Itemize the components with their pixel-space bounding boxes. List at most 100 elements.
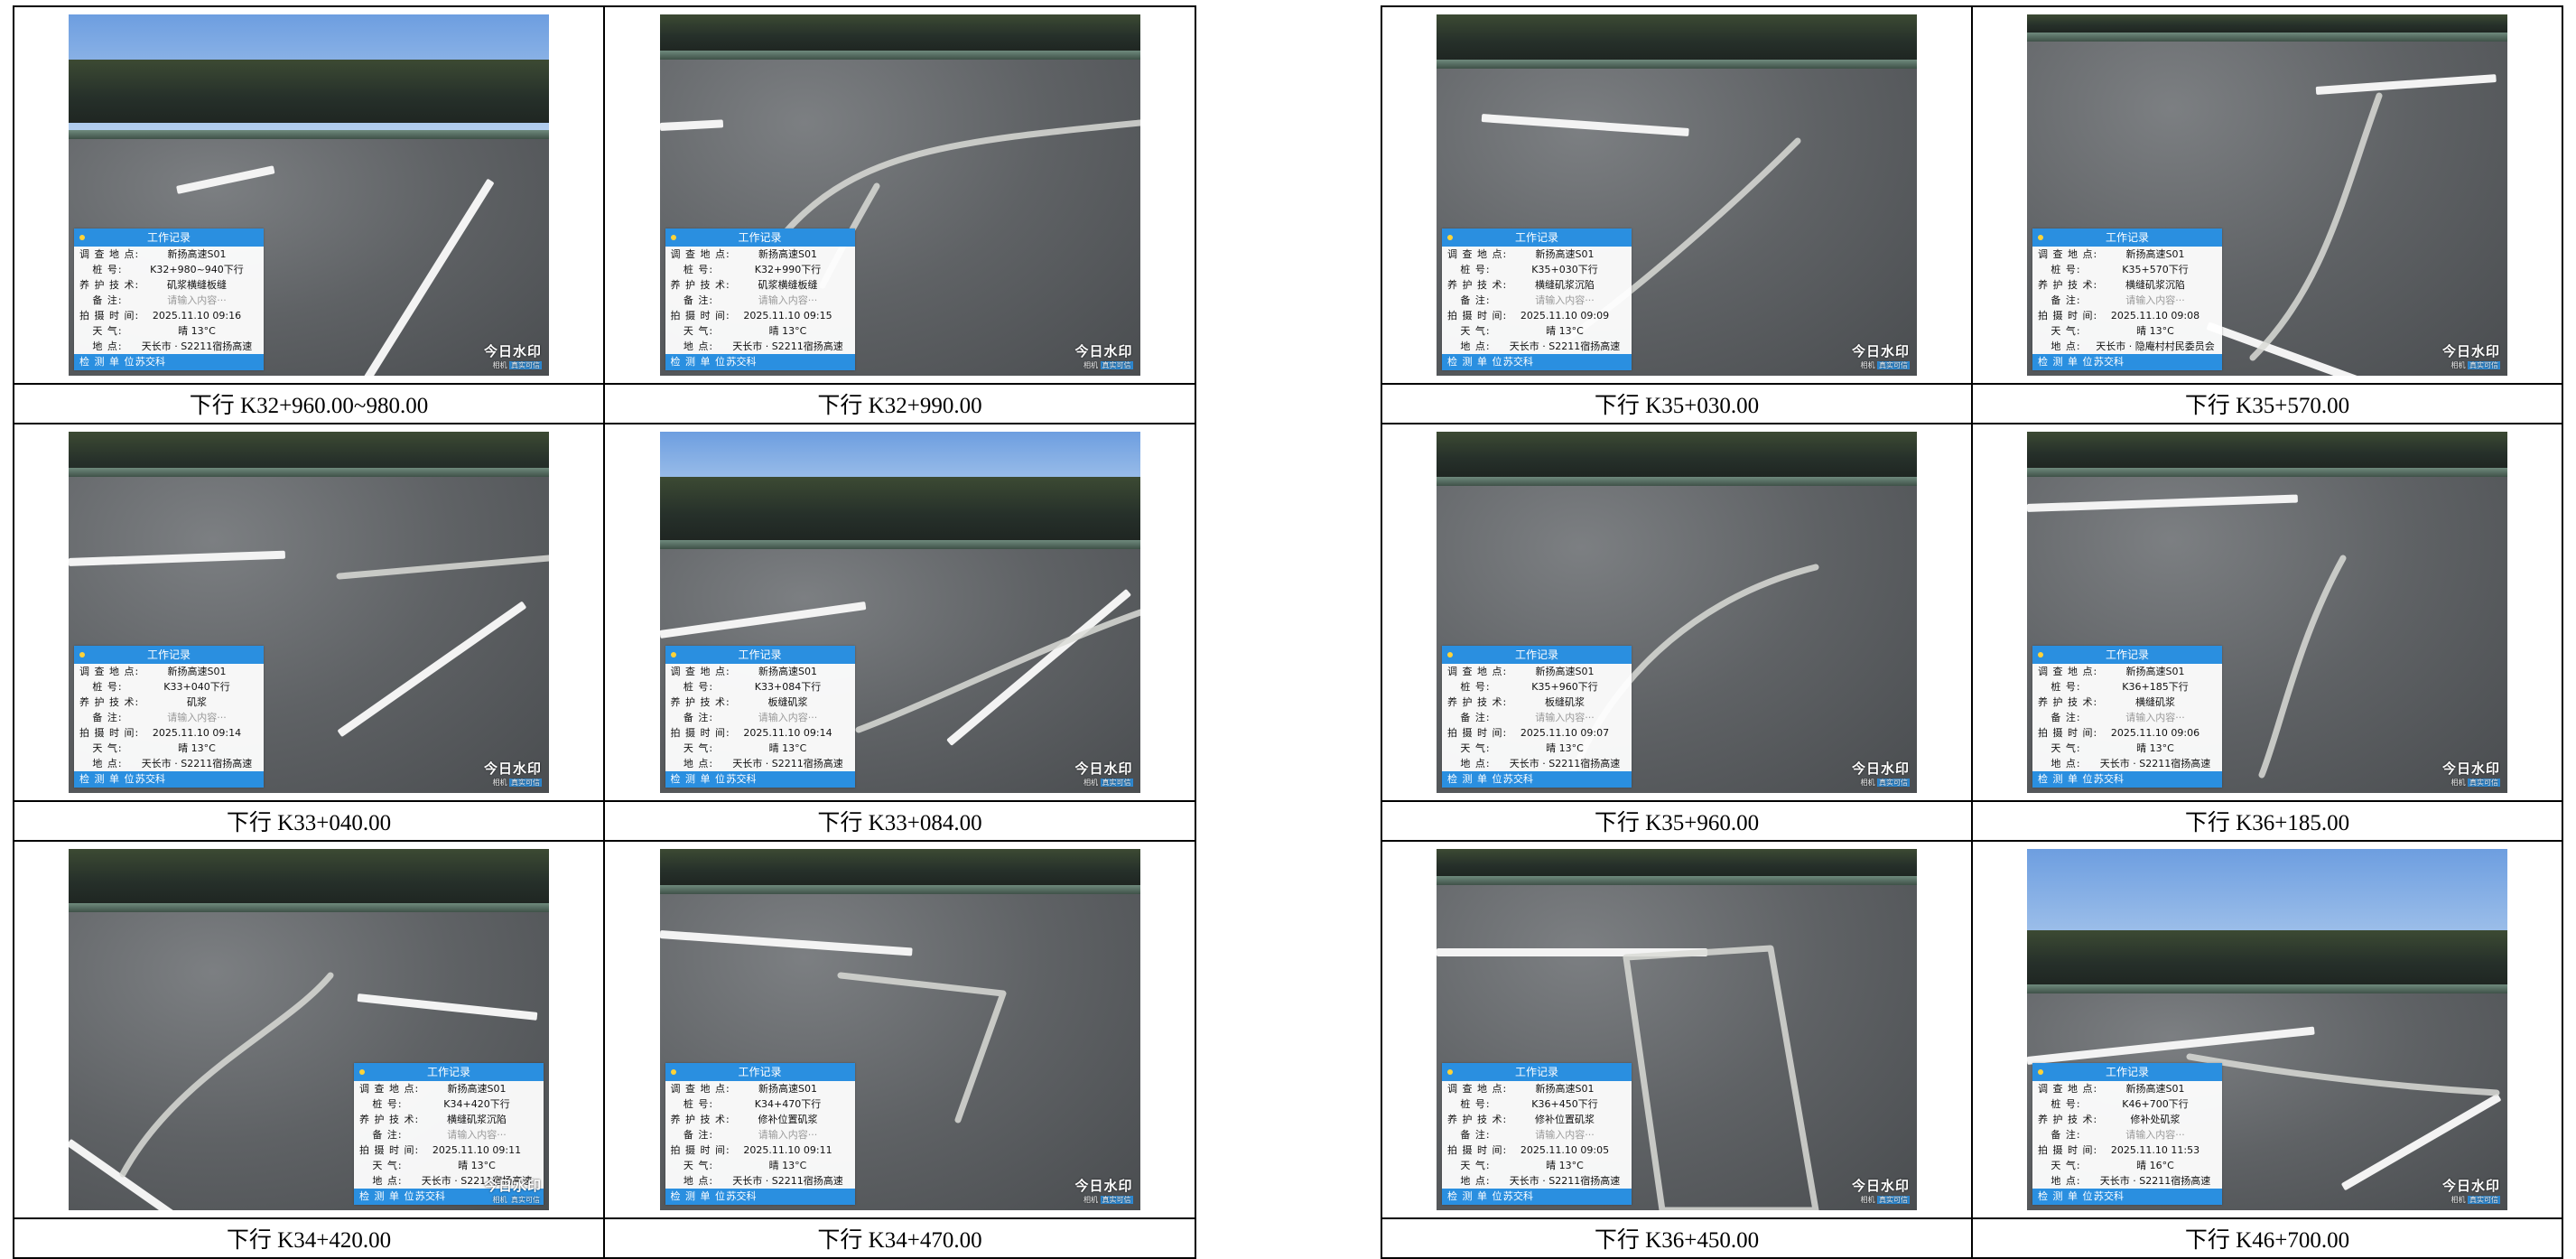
record-row-weather: 天 气: 晴 13°C [1460, 742, 1584, 754]
record-row-technique: 养 护 技 术: 矶浆横缝板缝 [670, 279, 818, 291]
road-photo[interactable]: 工作记录调 查 地 点: 新扬高速S01 桩 号: K33+084下行养 护 技 术:… [659, 432, 1140, 793]
road-photo[interactable]: 工作记录调 查 地 点: 新扬高速S01 桩 号: K46+700下行养 护 技 术:… [2027, 849, 2507, 1210]
photo-table-left: 工作记录调 查 地 点: 新扬高速S01 桩 号: K32+980~940下行养 护 … [13, 5, 1196, 1259]
watermark-logo: 今日水印 相机 真实可信 [2441, 343, 2500, 369]
record-row-location: 调 查 地 点: 新扬高速S01 [359, 1083, 507, 1095]
watermark-logo: 今日水印 相机 真实可信 [483, 760, 542, 787]
watermark-logo: 今日水印 相机 真实可信 [1851, 343, 1910, 369]
panel-header: 工作记录 [2032, 646, 2222, 664]
work-record-panel: 工作记录调 查 地 点: 新扬高速S01 桩 号: K35+960下行养 护 技 术:… [1442, 646, 1632, 788]
photo-cell: 工作记录调 查 地 点: 新扬高速S01 桩 号: K34+470下行养 护 技 术:… [603, 840, 1196, 1219]
record-row-technique: 养 护 技 术: 修补位置矶浆 [1447, 1114, 1595, 1125]
record-row-remark: 备 注: 请输入内容··· [2051, 1129, 2185, 1141]
photo-caption: 下行 K33+040.00 [13, 800, 605, 842]
panel-title: 工作记录 [146, 231, 191, 244]
road-photo[interactable]: 工作记录调 查 地 点: 新扬高速S01 桩 号: K32+980~940下行养 护 … [69, 14, 549, 376]
record-row-place: 地 点: 天长市 · S2211宿扬高速 [92, 340, 253, 352]
watermark-logo: 今日水印 相机 真实可信 [2441, 1178, 2500, 1204]
road-photo[interactable]: 工作记录调 查 地 点: 新扬高速S01 桩 号: K35+570下行养 护 技 术:… [2027, 14, 2507, 376]
record-row-time: 拍 摄 时 间: 2025.11.10 09:06 [2038, 727, 2200, 739]
record-row-location: 调 查 地 点: 新扬高速S01 [1447, 1083, 1595, 1095]
record-row-unit: 检 测 单 位: 苏交科 [2032, 1189, 2222, 1205]
record-row-remark: 备 注: 请输入内容··· [92, 712, 227, 723]
dot-icon [2038, 652, 2043, 657]
record-row-time: 拍 摄 时 间: 2025.11.10 09:09 [1447, 310, 1610, 322]
road-photo[interactable]: 工作记录调 查 地 点: 新扬高速S01 桩 号: K32+990下行养 护 技 术:… [659, 14, 1140, 376]
panel-title: 工作记录 [1514, 1066, 1558, 1078]
record-row-location: 调 查 地 点: 新扬高速S01 [670, 1083, 817, 1095]
record-row-stake: 桩 号: K34+420下行 [372, 1098, 510, 1110]
record-row-weather: 天 气: 晴 13°C [683, 325, 807, 337]
work-record-panel: 工作记录调 查 地 点: 新扬高速S01 桩 号: K33+084下行养 护 技 术:… [665, 646, 855, 788]
record-row-remark: 备 注: 请输入内容··· [683, 294, 818, 306]
photo-cell: 工作记录调 查 地 点: 新扬高速S01 桩 号: K35+030下行养 护 技 术:… [1381, 5, 1973, 385]
record-row-location: 调 查 地 点: 新扬高速S01 [2038, 1083, 2185, 1095]
work-record-panel: 工作记录调 查 地 点: 新扬高速S01 桩 号: K32+990下行养 护 技 术:… [665, 228, 855, 370]
record-row-stake: 桩 号: K46+700下行 [2051, 1098, 2189, 1110]
photo-caption: 下行 K32+990.00 [603, 383, 1196, 424]
panel-title: 工作记录 [738, 231, 782, 244]
panel-header: 工作记录 [1442, 228, 1632, 247]
road-photo[interactable]: 工作记录调 查 地 点: 新扬高速S01 桩 号: K34+470下行养 护 技 术:… [659, 849, 1140, 1210]
record-row-technique: 养 护 技 术: 板缝矶浆 [1447, 696, 1585, 708]
photo-table-right: 工作记录调 查 地 点: 新扬高速S01 桩 号: K35+030下行养 护 技 术:… [1381, 5, 2563, 1259]
record-row-stake: 桩 号: K35+030下行 [1460, 264, 1598, 275]
panel-header: 工作记录 [1442, 1063, 1632, 1081]
photo-caption: 下行 K35+030.00 [1381, 383, 1973, 424]
photo-caption: 下行 K46+700.00 [1971, 1217, 2563, 1259]
road-photo[interactable]: 工作记录调 查 地 点: 新扬高速S01 桩 号: K33+040下行养 护 技 术:… [69, 432, 549, 793]
photo-cell: 工作记录调 查 地 点: 新扬高速S01 桩 号: K34+420下行养 护 技 术:… [13, 840, 605, 1219]
road-photo[interactable]: 工作记录调 查 地 点: 新扬高速S01 桩 号: K36+450下行养 护 技 术:… [1437, 849, 1917, 1210]
road-photo[interactable]: 工作记录调 查 地 点: 新扬高速S01 桩 号: K35+960下行养 护 技 术:… [1437, 432, 1917, 793]
dot-icon [79, 652, 85, 657]
record-row-time: 拍 摄 时 间: 2025.11.10 09:08 [2038, 310, 2200, 322]
record-row-time: 拍 摄 时 间: 2025.11.10 09:07 [1447, 727, 1610, 739]
record-row-stake: 桩 号: K33+084下行 [683, 681, 822, 693]
dot-icon [670, 1069, 676, 1075]
record-row-technique: 养 护 技 术: 横缝矶浆 [2038, 696, 2175, 708]
record-row-unit: 检 测 单 位: 苏交科 [1442, 1189, 1632, 1205]
dot-icon [359, 1069, 365, 1075]
record-row-weather: 天 气: 晴 13°C [2051, 325, 2174, 337]
work-record-panel: 工作记录调 查 地 点: 新扬高速S01 桩 号: K35+030下行养 护 技 术:… [1442, 228, 1632, 370]
record-row-stake: 桩 号: K34+470下行 [683, 1098, 822, 1110]
work-record-panel: 工作记录调 查 地 点: 新扬高速S01 桩 号: K36+450下行养 护 技 术:… [1442, 1063, 1632, 1205]
record-row-remark: 备 注: 请输入内容··· [683, 1129, 818, 1141]
record-row-weather: 天 气: 晴 13°C [683, 742, 807, 754]
photo-cell: 工作记录调 查 地 点: 新扬高速S01 桩 号: K35+960下行养 护 技 术:… [1381, 423, 1973, 802]
photo-caption: 下行 K36+450.00 [1381, 1217, 1973, 1259]
record-row-unit: 检 测 单 位: 苏交科 [665, 354, 855, 370]
record-row-place: 地 点: 天长市 · S2211宿扬高速 [683, 758, 843, 769]
record-row-stake: 桩 号: K36+185下行 [2051, 681, 2189, 693]
record-row-place: 地 点: 天长市 · S2211宿扬高速 [1460, 758, 1621, 769]
photo-caption: 下行 K36+185.00 [1971, 800, 2563, 842]
road-photo[interactable]: 工作记录调 查 地 点: 新扬高速S01 桩 号: K34+420下行养 护 技 术:… [69, 849, 549, 1210]
record-row-weather: 天 气: 晴 13°C [1460, 1160, 1584, 1171]
record-row-unit: 检 测 单 位: 苏交科 [1442, 354, 1632, 370]
road-photo[interactable]: 工作记录调 查 地 点: 新扬高速S01 桩 号: K36+185下行养 护 技 术:… [2027, 432, 2507, 793]
panel-title: 工作记录 [426, 1066, 470, 1078]
panel-title: 工作记录 [146, 648, 191, 661]
panel-header: 工作记录 [74, 228, 264, 247]
record-row-stake: 桩 号: K33+040下行 [92, 681, 230, 693]
photo-cell: 工作记录调 查 地 点: 新扬高速S01 桩 号: K36+450下行养 护 技 术:… [1381, 840, 1973, 1219]
record-row-location: 调 查 地 点: 新扬高速S01 [79, 248, 227, 260]
photo-cell: 工作记录调 查 地 点: 新扬高速S01 桩 号: K35+570下行养 护 技 术:… [1971, 5, 2563, 385]
dot-icon [1447, 1069, 1453, 1075]
record-row-place: 地 点: 天长市 · S2211宿扬高速 [1460, 340, 1621, 352]
panel-header: 工作记录 [665, 228, 855, 247]
dot-icon [670, 235, 676, 240]
record-row-technique: 养 护 技 术: 板缝矶浆 [670, 696, 808, 708]
panel-header: 工作记录 [354, 1063, 544, 1081]
photo-cell: 工作记录调 查 地 点: 新扬高速S01 桩 号: K32+990下行养 护 技 术:… [603, 5, 1196, 385]
dot-icon [2038, 235, 2043, 240]
photo-caption: 下行 K35+570.00 [1971, 383, 2563, 424]
record-row-stake: 桩 号: K36+450下行 [1460, 1098, 1598, 1110]
record-row-location: 调 查 地 点: 新扬高速S01 [670, 666, 817, 677]
record-row-weather: 天 气: 晴 16°C [2051, 1160, 2174, 1171]
record-row-weather: 天 气: 晴 13°C [2051, 742, 2174, 754]
work-record-panel: 工作记录调 查 地 点: 新扬高速S01 桩 号: K46+700下行养 护 技 术:… [2032, 1063, 2222, 1205]
road-photo[interactable]: 工作记录调 查 地 点: 新扬高速S01 桩 号: K35+030下行养 护 技 术:… [1437, 14, 1917, 376]
record-row-remark: 备 注: 请输入内容··· [2051, 712, 2185, 723]
watermark-logo: 今日水印 相机 真实可信 [1851, 1178, 1910, 1204]
